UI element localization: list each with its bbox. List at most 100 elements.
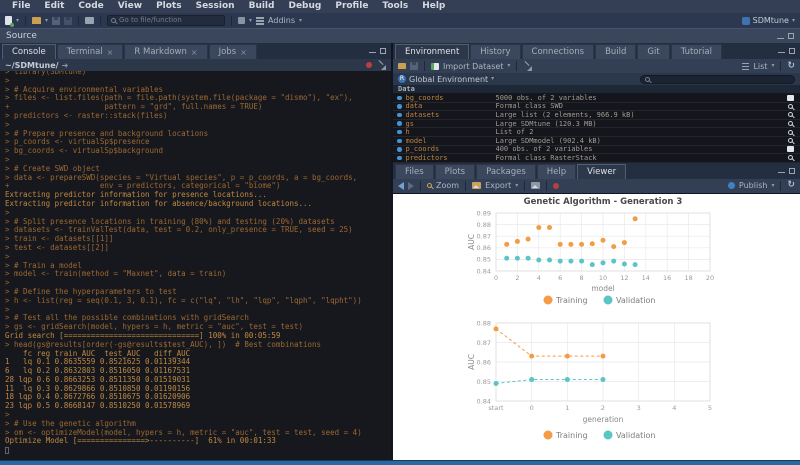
project-selector[interactable]: SDMtune ▾ <box>742 16 795 25</box>
new-file-icon[interactable] <box>5 16 12 25</box>
tab-connections[interactable]: Connections <box>522 44 595 59</box>
console-output-area[interactable]: > library(SDMtune)>> # Acquire environme… <box>0 71 391 460</box>
addins-caret-icon[interactable]: ▾ <box>299 18 302 24</box>
menu-view[interactable]: View <box>111 0 149 13</box>
tab-r-markdown[interactable]: R Markdown× <box>124 44 207 59</box>
maximize-pane-icon[interactable] <box>380 48 386 54</box>
menu-code[interactable]: Code <box>71 0 110 13</box>
menu-help[interactable]: Help <box>415 0 452 13</box>
publish-button[interactable]: Publish <box>739 181 768 190</box>
inspect-object-icon[interactable] <box>788 104 793 109</box>
tab-packages[interactable]: Packages <box>476 164 536 179</box>
clear-console-icon[interactable] <box>377 61 386 70</box>
export-caret-icon[interactable]: ▾ <box>515 183 518 189</box>
new-file-caret-icon[interactable]: ▾ <box>16 18 19 24</box>
menu-session[interactable]: Session <box>189 0 242 13</box>
save-workspace-icon[interactable] <box>410 62 418 70</box>
menu-file[interactable]: File <box>5 0 37 13</box>
tab-help[interactable]: Help <box>537 164 576 179</box>
save-icon[interactable] <box>52 17 60 25</box>
minimize-pane-icon[interactable] <box>369 52 376 53</box>
tools-icon[interactable] <box>238 17 245 24</box>
menu-tools[interactable]: Tools <box>375 0 415 13</box>
menu-build[interactable]: Build <box>242 0 282 13</box>
maximize-pane-icon[interactable] <box>789 168 795 174</box>
tools-caret-icon[interactable]: ▾ <box>249 18 252 24</box>
maximize-pane-icon[interactable] <box>789 48 795 54</box>
menu-edit[interactable]: Edit <box>37 0 71 13</box>
inspect-object-icon[interactable] <box>788 112 793 117</box>
clear-all-plots-icon[interactable] <box>553 183 559 189</box>
inspect-object-icon[interactable] <box>788 130 793 135</box>
addins-grid-icon[interactable] <box>256 17 264 25</box>
tab-plots[interactable]: Plots <box>435 164 475 179</box>
addins-button[interactable]: Addins <box>268 16 295 25</box>
minimize-pane-icon[interactable] <box>778 52 785 53</box>
tab-tutorial[interactable]: Tutorial <box>671 44 722 59</box>
zoom-plot-icon[interactable] <box>427 183 432 188</box>
load-workspace-icon[interactable] <box>398 63 406 69</box>
view-table-icon[interactable] <box>787 146 794 152</box>
source-pane-title: Source <box>6 31 37 41</box>
env-object-bg_coords[interactable]: bg_coords5000 obs. of 2 variables <box>393 94 800 103</box>
forward-icon[interactable] <box>408 182 414 190</box>
env-object-datasets[interactable]: datasetsLarge list (2 elements, 966.9 kB… <box>393 111 800 120</box>
tab-environment[interactable]: Environment <box>395 44 469 59</box>
tab-build[interactable]: Build <box>595 44 636 59</box>
svg-text:1: 1 <box>565 404 569 412</box>
refresh-environment-icon[interactable]: ↻ <box>787 62 795 71</box>
tab-files[interactable]: Files <box>395 164 434 179</box>
env-object-p_coords[interactable]: p_coords400 obs. of 2 variables <box>393 146 800 155</box>
back-icon[interactable] <box>398 182 404 190</box>
goto-directory-icon[interactable]: ➜ <box>62 61 69 70</box>
env-object-h[interactable]: hList of 2 <box>393 128 800 137</box>
inspect-object-icon[interactable] <box>788 155 793 160</box>
inspect-object-icon[interactable] <box>788 138 793 143</box>
print-icon[interactable] <box>85 17 94 24</box>
list-view-icon[interactable] <box>742 63 749 70</box>
remove-plot-icon[interactable] <box>531 182 540 189</box>
open-recent-caret-icon[interactable]: ▾ <box>45 18 48 24</box>
env-object-gs[interactable]: gsLarge SDMtune (120.3 MB) <box>393 120 800 129</box>
import-dataset-button[interactable]: Import Dataset <box>443 62 503 71</box>
import-dataset-caret-icon[interactable]: ▾ <box>507 63 510 69</box>
close-tab-icon[interactable]: × <box>107 48 114 57</box>
env-object-predictors[interactable]: predictorsFormal class RasterStack <box>393 154 800 163</box>
export-plot-icon[interactable] <box>472 182 481 189</box>
maximize-pane-icon[interactable] <box>788 33 794 39</box>
import-dataset-icon[interactable] <box>431 63 439 70</box>
save-all-icon[interactable] <box>64 17 72 25</box>
close-tab-icon[interactable]: × <box>240 48 247 57</box>
export-plot-button[interactable]: Export <box>485 181 511 190</box>
publish-icon[interactable] <box>728 182 735 189</box>
env-object-data[interactable]: dataFormal class SWD <box>393 103 800 112</box>
open-file-icon[interactable] <box>32 17 41 24</box>
menu-profile[interactable]: Profile <box>328 0 375 13</box>
output-tabstrip: FilesPlotsPackagesHelpViewer <box>393 163 800 179</box>
goto-file-input[interactable]: Go to file/function <box>107 15 225 26</box>
environment-scope-selector[interactable]: R Global Environment ▾ <box>398 75 494 84</box>
tab-git[interactable]: Git <box>637 44 669 59</box>
refresh-plot-icon[interactable]: ↻ <box>787 181 795 190</box>
tab-console[interactable]: Console <box>2 44 56 59</box>
interrupt-r-icon[interactable] <box>366 62 372 68</box>
environment-search-input[interactable] <box>640 75 795 84</box>
zoom-plot-button[interactable]: Zoom <box>436 181 459 190</box>
tab-viewer[interactable]: Viewer <box>577 164 626 179</box>
env-object-model[interactable]: modelLarge SDMmodel (902.4 kB) <box>393 137 800 146</box>
view-table-icon[interactable] <box>787 95 794 101</box>
tab-terminal[interactable]: Terminal× <box>57 44 124 59</box>
publish-caret-icon[interactable]: ▾ <box>771 183 774 189</box>
svg-text:8: 8 <box>580 274 584 282</box>
menu-plots[interactable]: Plots <box>149 0 189 13</box>
tab-jobs[interactable]: Jobs× <box>209 44 257 59</box>
list-view-caret-icon[interactable]: ▾ <box>771 63 774 69</box>
tab-history[interactable]: History <box>470 44 520 59</box>
minimize-pane-icon[interactable] <box>778 172 785 173</box>
menu-debug[interactable]: Debug <box>281 0 328 13</box>
clear-environment-icon[interactable] <box>523 62 532 71</box>
minimize-pane-icon[interactable] <box>777 38 784 39</box>
close-tab-icon[interactable]: × <box>191 48 198 57</box>
inspect-object-icon[interactable] <box>788 121 793 126</box>
list-view-button[interactable]: List <box>753 62 767 71</box>
